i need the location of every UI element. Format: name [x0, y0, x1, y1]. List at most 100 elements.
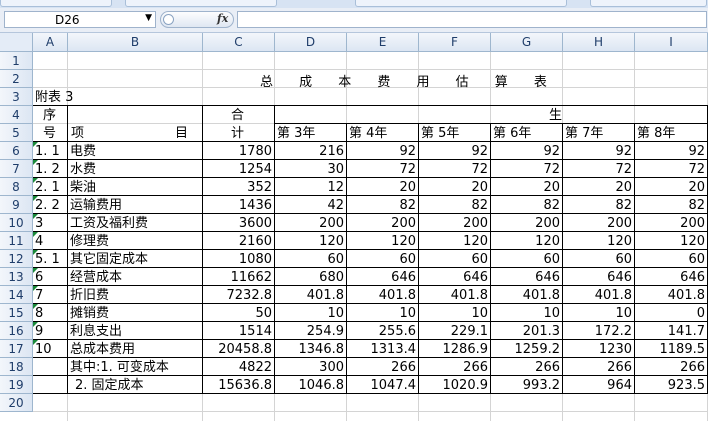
col-header-b[interactable]: B — [68, 33, 203, 52]
row-header-3[interactable]: 3 — [0, 88, 33, 106]
cell-value[interactable]: 82 — [563, 197, 634, 214]
cell-value[interactable]: 60 — [491, 251, 562, 268]
cell-value[interactable]: 680 — [275, 269, 346, 286]
cell-value[interactable]: 30 — [275, 161, 346, 178]
cell-item[interactable]: 电费 — [70, 143, 96, 160]
cell-value[interactable]: 92 — [419, 143, 490, 160]
row-header-20[interactable]: 20 — [0, 394, 33, 412]
cell-value[interactable]: 1346.8 — [275, 341, 346, 358]
row-header-19[interactable]: 19 — [0, 376, 33, 394]
cell-value[interactable]: 92 — [635, 143, 707, 160]
cell-value[interactable]: 200 — [275, 215, 346, 232]
cell-value[interactable]: 20458.8 — [203, 341, 274, 358]
formula-input[interactable] — [237, 11, 707, 28]
col-header-i[interactable]: I — [635, 33, 708, 52]
cell-item[interactable]: 修理费 — [70, 233, 109, 250]
row-header-5[interactable]: 5 — [0, 124, 33, 142]
cell-seq[interactable]: 2. 1 — [35, 179, 60, 196]
cell-value[interactable]: 11662 — [203, 269, 274, 286]
cell-value[interactable]: 172.2 — [563, 323, 634, 340]
row-header-13[interactable]: 13 — [0, 268, 33, 286]
chevron-down-icon[interactable]: ▼ — [145, 13, 152, 23]
cell-value[interactable]: 401.8 — [419, 287, 490, 304]
cell-value[interactable]: 254.9 — [275, 323, 346, 340]
cell-value[interactable]: 201.3 — [491, 323, 562, 340]
cell-value[interactable]: 141.7 — [635, 323, 707, 340]
cell-value[interactable]: 0 — [635, 305, 707, 322]
cell-value[interactable]: 92 — [563, 143, 634, 160]
cell-value[interactable]: 60 — [275, 251, 346, 268]
cell-value[interactable]: 1780 — [203, 143, 274, 160]
cell-value[interactable]: 923.5 — [635, 377, 707, 394]
cell-value[interactable]: 120 — [635, 233, 707, 250]
col-header-g[interactable]: G — [491, 33, 563, 52]
col-header-c[interactable]: C — [203, 33, 275, 52]
cell-value[interactable]: 10 — [491, 305, 562, 322]
row-header-10[interactable]: 10 — [0, 214, 33, 232]
cell-value[interactable]: 1514 — [203, 323, 274, 340]
cell-value[interactable]: 50 — [203, 305, 274, 322]
cell-item[interactable]: 水费 — [70, 161, 96, 178]
cell-value[interactable]: 92 — [347, 143, 418, 160]
cell-item[interactable]: 2. 固定成本 — [75, 377, 144, 394]
cell-value[interactable]: 120 — [563, 233, 634, 250]
cell-value[interactable]: 60 — [419, 251, 490, 268]
cell-item[interactable]: 运输费用 — [70, 197, 122, 214]
cell-value[interactable]: 266 — [563, 359, 634, 376]
cell-item[interactable]: 折旧费 — [70, 287, 109, 304]
cell-value[interactable]: 401.8 — [635, 287, 707, 304]
cell-value[interactable]: 401.8 — [563, 287, 634, 304]
row-header-15[interactable]: 15 — [0, 304, 33, 322]
cell-value[interactable]: 1020.9 — [419, 377, 490, 394]
cell-item[interactable]: 摊销费 — [70, 305, 109, 322]
cell-value[interactable]: 401.8 — [491, 287, 562, 304]
cell-value[interactable]: 1286.9 — [419, 341, 490, 358]
cell-seq[interactable]: 8 — [35, 305, 43, 322]
cell-value[interactable]: 120 — [275, 233, 346, 250]
cell-value[interactable]: 20 — [635, 179, 707, 196]
cell-value[interactable]: 82 — [491, 197, 562, 214]
cell-value[interactable]: 20 — [563, 179, 634, 196]
row-header-11[interactable]: 11 — [0, 232, 33, 250]
cell-value[interactable]: 60 — [563, 251, 634, 268]
row-header-16[interactable]: 16 — [0, 322, 33, 340]
cell-value[interactable]: 646 — [635, 269, 707, 286]
cell-value[interactable]: 1254 — [203, 161, 274, 178]
cell-value[interactable]: 964 — [563, 377, 634, 394]
row-header-9[interactable]: 9 — [0, 196, 33, 214]
ribbon-button[interactable] — [590, 0, 707, 7]
ribbon-button[interactable] — [0, 0, 112, 7]
row-header-14[interactable]: 14 — [0, 286, 33, 304]
cell-value[interactable]: 200 — [419, 215, 490, 232]
cell-item[interactable]: 其它固定成本 — [70, 251, 148, 268]
cell-value[interactable]: 10 — [347, 305, 418, 322]
cell-value[interactable]: 200 — [635, 215, 707, 232]
cell-value[interactable]: 200 — [563, 215, 634, 232]
cell-value[interactable]: 1436 — [203, 197, 274, 214]
cell-value[interactable]: 20 — [419, 179, 490, 196]
cell-seq[interactable]: 4 — [35, 233, 43, 250]
col-header-d[interactable]: D — [275, 33, 347, 52]
cell-value[interactable]: 3600 — [203, 215, 274, 232]
row-header-7[interactable]: 7 — [0, 160, 33, 178]
cell-value[interactable]: 82 — [347, 197, 418, 214]
cell-value[interactable]: 42 — [275, 197, 346, 214]
cell-value[interactable]: 60 — [635, 251, 707, 268]
cell-value[interactable]: 60 — [347, 251, 418, 268]
cell-value[interactable]: 266 — [347, 359, 418, 376]
cell-value[interactable]: 72 — [563, 161, 634, 178]
cell-seq[interactable]: 2. 2 — [35, 197, 60, 214]
cell-value[interactable]: 2160 — [203, 233, 274, 250]
cell-value[interactable]: 1259.2 — [491, 341, 562, 358]
cell-value[interactable]: 266 — [491, 359, 562, 376]
cell-seq[interactable]: 1. 1 — [35, 143, 60, 160]
cell-grid[interactable]: 总 成 本 费 用 估 算 表 附表 3 序 号 项 目 合 计 生 第 3年 第… — [33, 52, 708, 421]
col-header-a[interactable]: A — [33, 33, 68, 52]
cell-item[interactable]: 柴油 — [70, 179, 96, 196]
cell-value[interactable]: 1046.8 — [275, 377, 346, 394]
row-header-17[interactable]: 17 — [0, 340, 33, 358]
cell-value[interactable]: 1189.5 — [635, 341, 707, 358]
cell-value[interactable]: 120 — [491, 233, 562, 250]
cell-value[interactable]: 20 — [347, 179, 418, 196]
cell-value[interactable]: 12 — [275, 179, 346, 196]
